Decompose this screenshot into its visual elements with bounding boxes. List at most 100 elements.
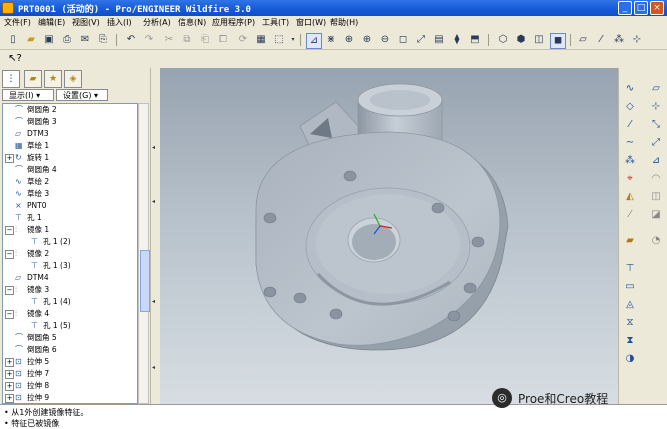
refit-icon[interactable]: ⊿ — [306, 33, 322, 49]
open-icon[interactable]: ▰ — [24, 33, 38, 47]
datum-points-icon[interactable]: ⁂ — [612, 33, 626, 47]
menu-help[interactable]: 帮助(H) — [330, 17, 358, 28]
part-model[interactable] — [160, 68, 618, 404]
favorites-tab-icon[interactable]: ★ — [44, 70, 62, 88]
axis-tool-icon[interactable]: ⊹ — [649, 100, 663, 114]
wireframe-icon[interactable]: ⬡ — [496, 33, 510, 47]
hole-tool-icon[interactable]: ⊤ — [623, 262, 637, 276]
revolve-icon[interactable]: ◔ — [649, 234, 663, 248]
point-array-icon[interactable]: ⁂ — [623, 154, 637, 168]
menu-window[interactable]: 窗口(W) — [296, 17, 326, 28]
expand-icon[interactable]: + — [5, 370, 14, 379]
settings-dropdown[interactable]: 设置(G) ▾ — [56, 89, 108, 101]
saved-views-icon[interactable]: ▤ — [432, 33, 446, 47]
merge-icon[interactable]: ⧗ — [623, 334, 637, 348]
tree-item-label: 孔 1 (5) — [43, 321, 71, 330]
expand-icon[interactable]: + — [5, 394, 14, 403]
email-icon[interactable]: ✉ — [78, 33, 92, 47]
sweep-icon[interactable]: ▭ — [623, 280, 637, 294]
send-icon[interactable]: ⎘ — [96, 33, 110, 47]
close-button[interactable]: × — [650, 1, 664, 15]
new-icon[interactable]: ▯ — [6, 33, 20, 47]
collapse-arrow-icon[interactable]: ◂ — [152, 364, 155, 371]
scrollbar-thumb[interactable] — [140, 250, 150, 312]
menu-insert[interactable]: 插入(I) — [107, 17, 132, 28]
view-manager-icon[interactable]: ⬒ — [468, 33, 482, 47]
analysis-icon[interactable]: ⊿ — [649, 154, 663, 168]
expand-icon[interactable]: + — [5, 154, 14, 163]
shell-icon[interactable]: ◫ — [649, 190, 663, 204]
spin-center-icon[interactable]: ⋇ — [324, 33, 338, 47]
menu-info[interactable]: 信息(N) — [178, 17, 206, 28]
draft-icon[interactable]: ◭ — [623, 190, 637, 204]
mirror-icon[interactable]: ⧖ — [623, 316, 637, 330]
plane-tool-icon[interactable]: ◇ — [623, 100, 637, 114]
collapse-arrow-icon[interactable]: ◂ — [152, 298, 155, 305]
minimize-button[interactable]: _ — [618, 1, 632, 15]
axis-line-icon[interactable]: ⁄ — [623, 118, 637, 132]
zoom-in-icon[interactable]: ⊕ — [360, 33, 374, 47]
save-icon[interactable]: ▣ — [42, 33, 56, 47]
datum-curve-icon[interactable]: ∿ — [623, 82, 637, 96]
sketch-curve-icon[interactable]: ∼ — [623, 136, 637, 150]
orient-icon[interactable]: ⊕ — [342, 33, 356, 47]
toolbar-separator — [570, 34, 571, 46]
csys-tool-icon[interactable]: ⤢ — [649, 136, 663, 150]
select-box-icon[interactable]: ⬚ — [272, 33, 286, 47]
feature-icon: ⊡ — [15, 393, 22, 402]
collapse-icon[interactable]: − — [5, 310, 14, 319]
layers-icon[interactable]: ⧫ — [450, 33, 464, 47]
hidden-line-icon[interactable]: ⬢ — [514, 33, 528, 47]
connections-tab-icon[interactable]: ◈ — [64, 70, 82, 88]
menu-view[interactable]: 视图(V) — [72, 17, 100, 28]
show-dropdown[interactable]: 显示(I) ▾ — [2, 89, 54, 101]
no-hidden-icon[interactable]: ◫ — [532, 33, 546, 47]
print-icon[interactable]: ⎙ — [60, 33, 74, 47]
paste-special-icon[interactable]: ⧠ — [216, 33, 230, 47]
expand-icon[interactable]: + — [5, 358, 14, 367]
menu-file[interactable]: 文件(F) — [4, 17, 31, 28]
model-tree-tab-icon[interactable]: ⋮ — [2, 70, 20, 88]
expand-icon[interactable]: + — [5, 382, 14, 391]
datum-planes-icon[interactable]: ▱ — [576, 33, 590, 47]
panel-splitter[interactable]: ◂ ◂ ◂ ◂ — [150, 68, 160, 404]
graphics-window[interactable] — [160, 68, 618, 404]
folder-browser-tab-icon[interactable]: ▰ — [24, 70, 42, 88]
collapse-icon[interactable]: − — [5, 226, 14, 235]
csys-icon[interactable]: ⌖ — [623, 172, 637, 186]
app-icon[interactable] — [2, 2, 14, 14]
rib-icon[interactable]: ⁄ — [623, 208, 637, 222]
extrude-icon[interactable]: ▰ — [623, 234, 637, 248]
context-help-icon[interactable]: ↖? — [8, 52, 22, 66]
copy-icon[interactable]: ⧉ — [180, 33, 194, 47]
coordinate-systems-icon[interactable]: ⊹ — [630, 33, 644, 47]
regenerate-icon[interactable]: ⟳ — [236, 33, 250, 47]
paste-icon[interactable]: ⎗ — [198, 33, 212, 47]
menu-edit[interactable]: 编辑(E) — [38, 17, 65, 28]
model-tree-scrollbar[interactable] — [138, 103, 150, 404]
undo-icon[interactable]: ↶ — [124, 33, 138, 47]
menu-tools[interactable]: 工具(T) — [262, 17, 289, 28]
menu-applications[interactable]: 应用程序(P) — [212, 17, 255, 28]
datum-axes-icon[interactable]: ⁄ — [594, 33, 608, 47]
blend-icon[interactable]: ◬ — [623, 298, 637, 312]
zoom-fit-icon[interactable]: ◻ — [396, 33, 410, 47]
shading-icon[interactable]: ◼ — [550, 33, 566, 49]
collapse-icon[interactable]: − — [5, 286, 14, 295]
chamfer-icon[interactable]: ◪ — [649, 208, 663, 222]
redo-icon[interactable]: ↷ — [142, 33, 156, 47]
find-icon[interactable]: ▦ — [254, 33, 268, 47]
round-tool-icon[interactable]: ◠ — [649, 172, 663, 186]
reorient-icon[interactable]: ⤢ — [414, 33, 428, 47]
trim-icon[interactable]: ◑ — [623, 352, 637, 366]
collapse-arrow-icon[interactable]: ◂ — [152, 144, 155, 151]
dropdown-arrow-icon[interactable]: ▾ — [286, 33, 300, 47]
collapse-icon[interactable]: − — [5, 250, 14, 259]
zoom-out-icon[interactable]: ⊖ — [378, 33, 392, 47]
datum-plane-icon[interactable]: ▱ — [649, 82, 663, 96]
maximize-button[interactable]: □ — [634, 1, 648, 15]
point-tool-icon[interactable]: ⤡ — [649, 118, 663, 132]
collapse-arrow-icon[interactable]: ◂ — [152, 198, 155, 205]
menu-analysis[interactable]: 分析(A) — [143, 17, 171, 28]
cut-icon[interactable]: ✂ — [162, 33, 176, 47]
